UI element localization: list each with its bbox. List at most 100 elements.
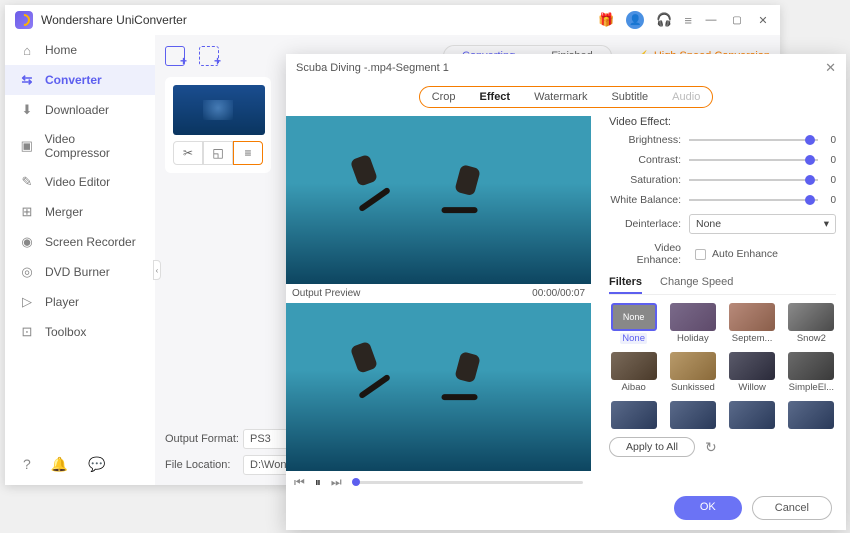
merger-icon: ⊞ (19, 204, 35, 220)
sidebar-item-player[interactable]: ▷ Player (5, 287, 155, 317)
subtab-filters[interactable]: Filters (609, 276, 642, 294)
add-file-button[interactable] (165, 46, 185, 66)
download-icon: ⬇ (19, 102, 35, 118)
next-button[interactable]: ⏭ (331, 475, 342, 490)
output-preview (286, 303, 591, 471)
filter-simpleel[interactable]: SimpleEl... (787, 352, 836, 393)
app-logo (15, 11, 33, 29)
reset-icon[interactable]: ↻ (705, 439, 717, 456)
filter-none[interactable]: NoneNone (609, 303, 658, 344)
sidebar-item-label: Converter (45, 73, 102, 87)
headset-icon[interactable]: 🎧 (656, 12, 672, 28)
white-balance-slider[interactable] (689, 199, 818, 201)
ok-button[interactable]: OK (674, 496, 742, 520)
apply-to-all-button[interactable]: Apply to All (609, 437, 695, 457)
titlebar: Wondershare UniConverter 🎁 👤 🎧 ≡ (5, 5, 780, 35)
compress-icon: ▣ (19, 138, 35, 154)
editor-icon: ✎ (19, 174, 35, 190)
output-preview-label: Output Preview (292, 288, 360, 299)
sidebar-collapse-handle[interactable]: ‹ (153, 260, 161, 280)
deinterlace-select[interactable]: None▾ (689, 214, 836, 234)
auto-enhance-checkbox[interactable] (695, 249, 706, 260)
time-display: 00:00/00:07 (532, 288, 585, 299)
saturation-slider[interactable] (689, 179, 818, 181)
sidebar-item-label: Merger (45, 205, 83, 219)
subtab-change-speed[interactable]: Change Speed (660, 276, 733, 294)
sidebar-item-label: DVD Burner (45, 265, 110, 279)
tab-audio[interactable]: Audio (660, 87, 712, 107)
trim-button[interactable]: ✂ (173, 141, 203, 165)
filter-september[interactable]: Septem... (728, 303, 777, 344)
contrast-slider[interactable] (689, 159, 818, 161)
sidebar-item-compressor[interactable]: ▣ Video Compressor (5, 125, 155, 167)
controls-column: Video Effect: Brightness:0 Contrast:0 Sa… (591, 116, 846, 530)
cancel-button[interactable]: Cancel (752, 496, 832, 520)
user-avatar-icon[interactable]: 👤 (626, 11, 644, 29)
sidebar-item-recorder[interactable]: ◉ Screen Recorder (5, 227, 155, 257)
file-location-label: File Location: (165, 459, 243, 471)
filter-extra-3[interactable] (728, 401, 777, 429)
add-folder-button[interactable] (199, 46, 219, 66)
sidebar-item-dvd[interactable]: ◎ DVD Burner (5, 257, 155, 287)
sidebar-item-label: Toolbox (45, 325, 86, 339)
filter-grid: NoneNone Holiday Septem... Snow2 Aibao S… (609, 303, 836, 429)
sidebar-item-label: Video Editor (45, 175, 110, 189)
editor-title: Scuba Diving -.mp4-Segment 1 (296, 62, 449, 74)
editor-tabs: Crop Effect Watermark Subtitle Audio (419, 86, 714, 108)
filter-extra-2[interactable] (668, 401, 717, 429)
prev-button[interactable]: ⏮ (294, 475, 305, 490)
sidebar-item-label: Video Compressor (45, 132, 141, 160)
filter-snow2[interactable]: Snow2 (787, 303, 836, 344)
pause-button[interactable]: ⏸ (315, 475, 321, 490)
window-close-icon[interactable] (756, 13, 770, 27)
close-icon[interactable]: ✕ (825, 60, 836, 76)
video-thumbnail (173, 85, 265, 135)
toolbox-icon: ⊡ (19, 324, 35, 340)
window-maximize-icon[interactable] (730, 13, 744, 27)
sidebar-item-label: Home (45, 43, 77, 57)
tab-effect[interactable]: Effect (468, 87, 523, 107)
video-effect-heading: Video Effect: (609, 116, 836, 128)
effect-button[interactable]: ≡ (233, 141, 263, 165)
menu-icon[interactable]: ≡ (684, 13, 692, 28)
filter-aibao[interactable]: Aibao (609, 352, 658, 393)
sidebar-item-label: Downloader (45, 103, 109, 117)
filter-sunkissed[interactable]: Sunkissed (668, 352, 717, 393)
tab-crop[interactable]: Crop (420, 87, 468, 107)
sidebar-item-home[interactable]: ⌂ Home (5, 35, 155, 65)
filter-willow[interactable]: Willow (728, 352, 777, 393)
filter-holiday[interactable]: Holiday (668, 303, 717, 344)
app-title: Wondershare UniConverter (41, 13, 187, 27)
sidebar-item-label: Screen Recorder (45, 235, 136, 249)
sidebar: ⌂ Home ⇆ Converter ⬇ Downloader ▣ Video Comp… (5, 35, 155, 485)
output-format-label: Output Format: (165, 433, 243, 445)
bell-icon[interactable]: 🔔 (51, 456, 68, 473)
sidebar-item-downloader[interactable]: ⬇ Downloader (5, 95, 155, 125)
dvd-icon: ◎ (19, 264, 35, 280)
window-minimize-icon[interactable] (704, 13, 718, 27)
sidebar-item-label: Player (45, 295, 79, 309)
home-icon: ⌂ (19, 42, 35, 58)
sidebar-item-editor[interactable]: ✎ Video Editor (5, 167, 155, 197)
tab-subtitle[interactable]: Subtitle (599, 87, 660, 107)
gift-icon[interactable]: 🎁 (598, 12, 614, 28)
brightness-slider[interactable] (689, 139, 818, 141)
feedback-icon[interactable]: 💬 (88, 456, 105, 473)
tab-watermark[interactable]: Watermark (522, 87, 599, 107)
recorder-icon: ◉ (19, 234, 35, 250)
player-icon: ▷ (19, 294, 35, 310)
help-icon[interactable]: ? (23, 456, 31, 473)
sidebar-item-merger[interactable]: ⊞ Merger (5, 197, 155, 227)
sidebar-item-toolbox[interactable]: ⊡ Toolbox (5, 317, 155, 347)
seek-slider[interactable] (352, 481, 583, 484)
transport-bar: ⏮ ⏸ ⏭ (286, 471, 591, 494)
converter-icon: ⇆ (19, 72, 35, 88)
filter-extra-4[interactable] (787, 401, 836, 429)
queue-item[interactable]: ✂ ◱ ≡ (165, 77, 271, 173)
crop-button[interactable]: ◱ (203, 141, 233, 165)
filter-extra-1[interactable] (609, 401, 658, 429)
effect-editor-window: Scuba Diving -.mp4-Segment 1 ✕ Crop Effe… (286, 54, 846, 530)
original-preview (286, 116, 591, 284)
preview-column: Output Preview 00:00/00:07 ⏮ ⏸ ⏭ (286, 116, 591, 530)
sidebar-item-converter[interactable]: ⇆ Converter (5, 65, 155, 95)
